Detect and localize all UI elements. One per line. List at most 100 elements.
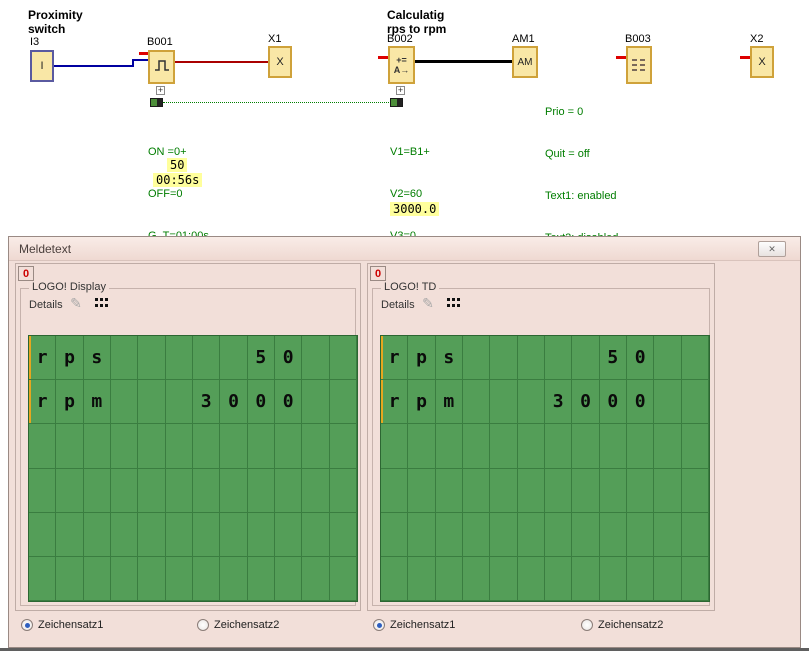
lcd-display[interactable]: rps50rpm3000 bbox=[380, 335, 710, 602]
display-cell[interactable] bbox=[518, 336, 545, 380]
display-cell[interactable] bbox=[654, 336, 681, 380]
display-cell[interactable] bbox=[193, 424, 220, 468]
display-cell[interactable] bbox=[545, 424, 572, 468]
display-cell[interactable] bbox=[166, 380, 193, 424]
display-cell[interactable] bbox=[545, 469, 572, 513]
display-cell[interactable] bbox=[248, 557, 275, 601]
display-cell[interactable] bbox=[220, 557, 247, 601]
display-cell[interactable] bbox=[490, 513, 517, 557]
display-cell[interactable] bbox=[463, 469, 490, 513]
display-cell[interactable] bbox=[166, 557, 193, 601]
display-cell[interactable] bbox=[111, 557, 138, 601]
display-cell[interactable] bbox=[518, 557, 545, 601]
display-cell[interactable] bbox=[490, 336, 517, 380]
ticker-settings-button[interactable] bbox=[445, 294, 463, 312]
display-cell[interactable] bbox=[111, 424, 138, 468]
block-i3[interactable]: I bbox=[30, 50, 54, 82]
display-cell[interactable] bbox=[302, 424, 329, 468]
display-cell[interactable] bbox=[330, 557, 357, 601]
display-cell[interactable] bbox=[84, 469, 111, 513]
display-cell[interactable] bbox=[572, 513, 599, 557]
radio-display-zeichensatz2[interactable]: Zeichensatz2 bbox=[197, 619, 279, 631]
display-cell[interactable]: s bbox=[84, 336, 111, 380]
display-cell[interactable] bbox=[408, 469, 435, 513]
display-cell[interactable] bbox=[600, 469, 627, 513]
display-cell[interactable] bbox=[627, 513, 654, 557]
display-cell[interactable] bbox=[111, 513, 138, 557]
display-cell[interactable] bbox=[248, 424, 275, 468]
display-cell[interactable] bbox=[545, 557, 572, 601]
display-cell[interactable]: p bbox=[408, 336, 435, 380]
display-cell[interactable] bbox=[518, 513, 545, 557]
display-cell[interactable] bbox=[572, 336, 599, 380]
display-cell[interactable] bbox=[220, 469, 247, 513]
display-cell[interactable]: p bbox=[56, 380, 83, 424]
display-cell[interactable] bbox=[56, 513, 83, 557]
display-cell[interactable] bbox=[490, 424, 517, 468]
display-cell[interactable] bbox=[166, 469, 193, 513]
display-cell[interactable] bbox=[654, 557, 681, 601]
display-cell[interactable] bbox=[330, 513, 357, 557]
edit-details-button[interactable]: ✎ bbox=[67, 294, 85, 312]
display-cell[interactable]: 0 bbox=[627, 336, 654, 380]
display-cell[interactable] bbox=[436, 513, 463, 557]
display-cell[interactable] bbox=[490, 469, 517, 513]
display-cell[interactable] bbox=[600, 424, 627, 468]
display-cell[interactable] bbox=[682, 424, 709, 468]
display-cell[interactable]: m bbox=[84, 380, 111, 424]
display-cell[interactable]: 0 bbox=[275, 380, 302, 424]
display-cell[interactable] bbox=[408, 557, 435, 601]
display-cell[interactable] bbox=[518, 424, 545, 468]
display-cell[interactable] bbox=[302, 380, 329, 424]
display-cell[interactable] bbox=[408, 424, 435, 468]
display-cell[interactable] bbox=[275, 557, 302, 601]
display-cell[interactable] bbox=[84, 513, 111, 557]
display-cell[interactable]: 5 bbox=[248, 336, 275, 380]
display-cell[interactable] bbox=[138, 469, 165, 513]
display-cell[interactable] bbox=[682, 336, 709, 380]
block-am1[interactable]: AM bbox=[512, 46, 538, 78]
radio-td-zeichensatz1[interactable]: Zeichensatz1 bbox=[373, 619, 455, 631]
display-cell[interactable] bbox=[302, 513, 329, 557]
display-cell[interactable]: 0 bbox=[572, 380, 599, 424]
display-cell[interactable] bbox=[275, 424, 302, 468]
display-cell[interactable] bbox=[381, 513, 408, 557]
block-b002[interactable]: += A→ bbox=[388, 46, 415, 84]
display-cell[interactable] bbox=[490, 557, 517, 601]
display-cell[interactable] bbox=[682, 513, 709, 557]
window-titlebar[interactable]: Meldetext ✕ bbox=[9, 237, 800, 261]
display-cell[interactable]: p bbox=[56, 336, 83, 380]
display-cell[interactable] bbox=[518, 380, 545, 424]
display-cell[interactable] bbox=[138, 557, 165, 601]
display-cell[interactable] bbox=[436, 557, 463, 601]
display-cell[interactable] bbox=[111, 336, 138, 380]
close-button[interactable]: ✕ bbox=[758, 241, 786, 257]
display-cell[interactable] bbox=[138, 424, 165, 468]
display-cell[interactable]: m bbox=[436, 380, 463, 424]
display-cell[interactable] bbox=[193, 336, 220, 380]
radio-td-zeichensatz2[interactable]: Zeichensatz2 bbox=[581, 619, 663, 631]
lcd-display[interactable]: rps50rpm3000 bbox=[28, 335, 358, 602]
expand-button[interactable]: + bbox=[396, 86, 405, 95]
display-cell[interactable]: 0 bbox=[220, 380, 247, 424]
display-cell[interactable] bbox=[600, 557, 627, 601]
display-cell[interactable] bbox=[463, 557, 490, 601]
display-cell[interactable] bbox=[302, 336, 329, 380]
display-cell[interactable] bbox=[381, 424, 408, 468]
display-cell[interactable] bbox=[193, 557, 220, 601]
display-cell[interactable] bbox=[29, 513, 56, 557]
display-cell[interactable] bbox=[166, 513, 193, 557]
display-cell[interactable] bbox=[29, 557, 56, 601]
display-cell[interactable] bbox=[654, 513, 681, 557]
display-cell[interactable] bbox=[330, 469, 357, 513]
display-cell[interactable] bbox=[84, 557, 111, 601]
display-cell[interactable]: r bbox=[29, 336, 56, 380]
display-cell[interactable] bbox=[408, 513, 435, 557]
display-cell[interactable]: 3 bbox=[545, 380, 572, 424]
display-cell[interactable]: p bbox=[408, 380, 435, 424]
display-cell[interactable] bbox=[111, 380, 138, 424]
display-cell[interactable] bbox=[84, 424, 111, 468]
display-cell[interactable]: 0 bbox=[248, 380, 275, 424]
display-cell[interactable] bbox=[682, 380, 709, 424]
display-cell[interactable] bbox=[381, 469, 408, 513]
